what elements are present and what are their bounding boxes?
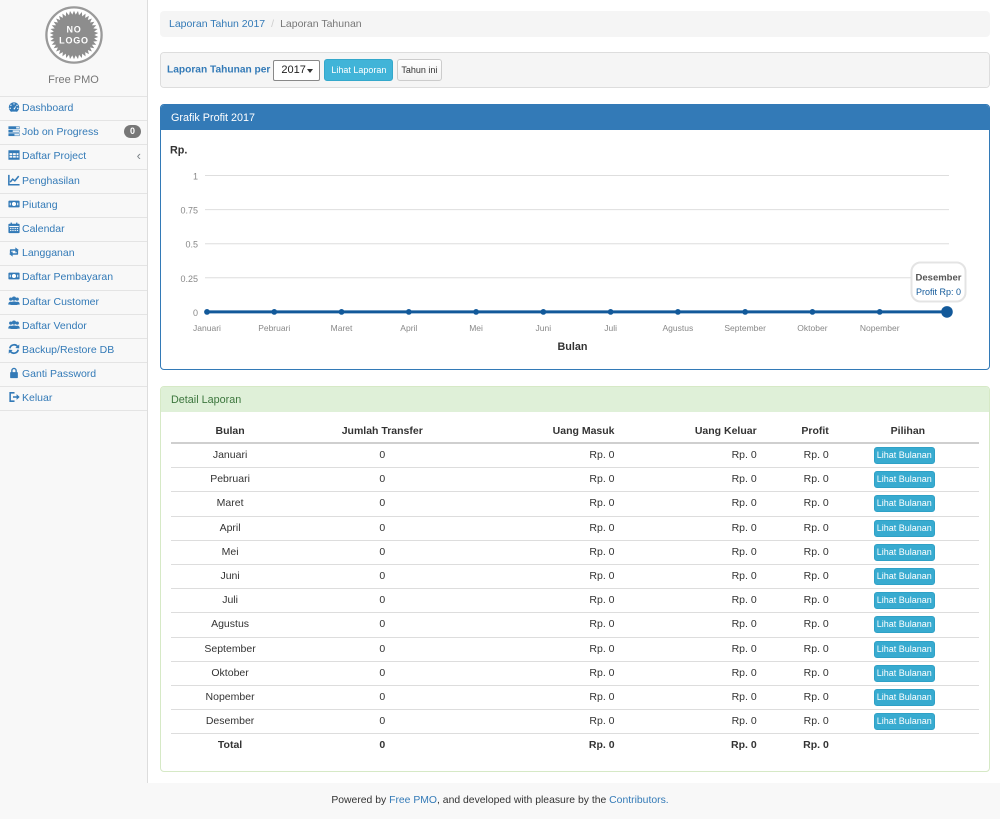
svg-text:Desember: Desember — [916, 273, 962, 284]
svg-text:Oktober: Oktober — [797, 323, 827, 333]
svg-text:Profit Rp: 0: Profit Rp: 0 — [916, 287, 961, 297]
svg-text:0: 0 — [193, 308, 198, 318]
svg-text:Juni: Juni — [536, 323, 552, 333]
svg-text:Pebruari: Pebruari — [258, 323, 290, 333]
svg-text:Mei: Mei — [469, 323, 483, 333]
svg-text:September: September — [724, 323, 766, 333]
svg-text:Bulan: Bulan — [558, 341, 588, 353]
svg-text:0.75: 0.75 — [180, 206, 198, 216]
svg-text:LOGO: LOGO — [59, 36, 89, 46]
svg-text:1: 1 — [193, 172, 198, 182]
svg-text:0.5: 0.5 — [185, 240, 198, 250]
svg-text:Juli: Juli — [604, 323, 617, 333]
svg-text:0.25: 0.25 — [180, 274, 198, 284]
svg-text:April: April — [400, 323, 417, 333]
svg-text:Maret: Maret — [331, 323, 353, 333]
svg-text:Agustus: Agustus — [663, 323, 694, 333]
svg-text:Rp.: Rp. — [170, 145, 187, 157]
svg-text:Januari: Januari — [193, 323, 221, 333]
svg-text:NO: NO — [66, 25, 81, 35]
svg-text:Nopember: Nopember — [860, 323, 900, 333]
